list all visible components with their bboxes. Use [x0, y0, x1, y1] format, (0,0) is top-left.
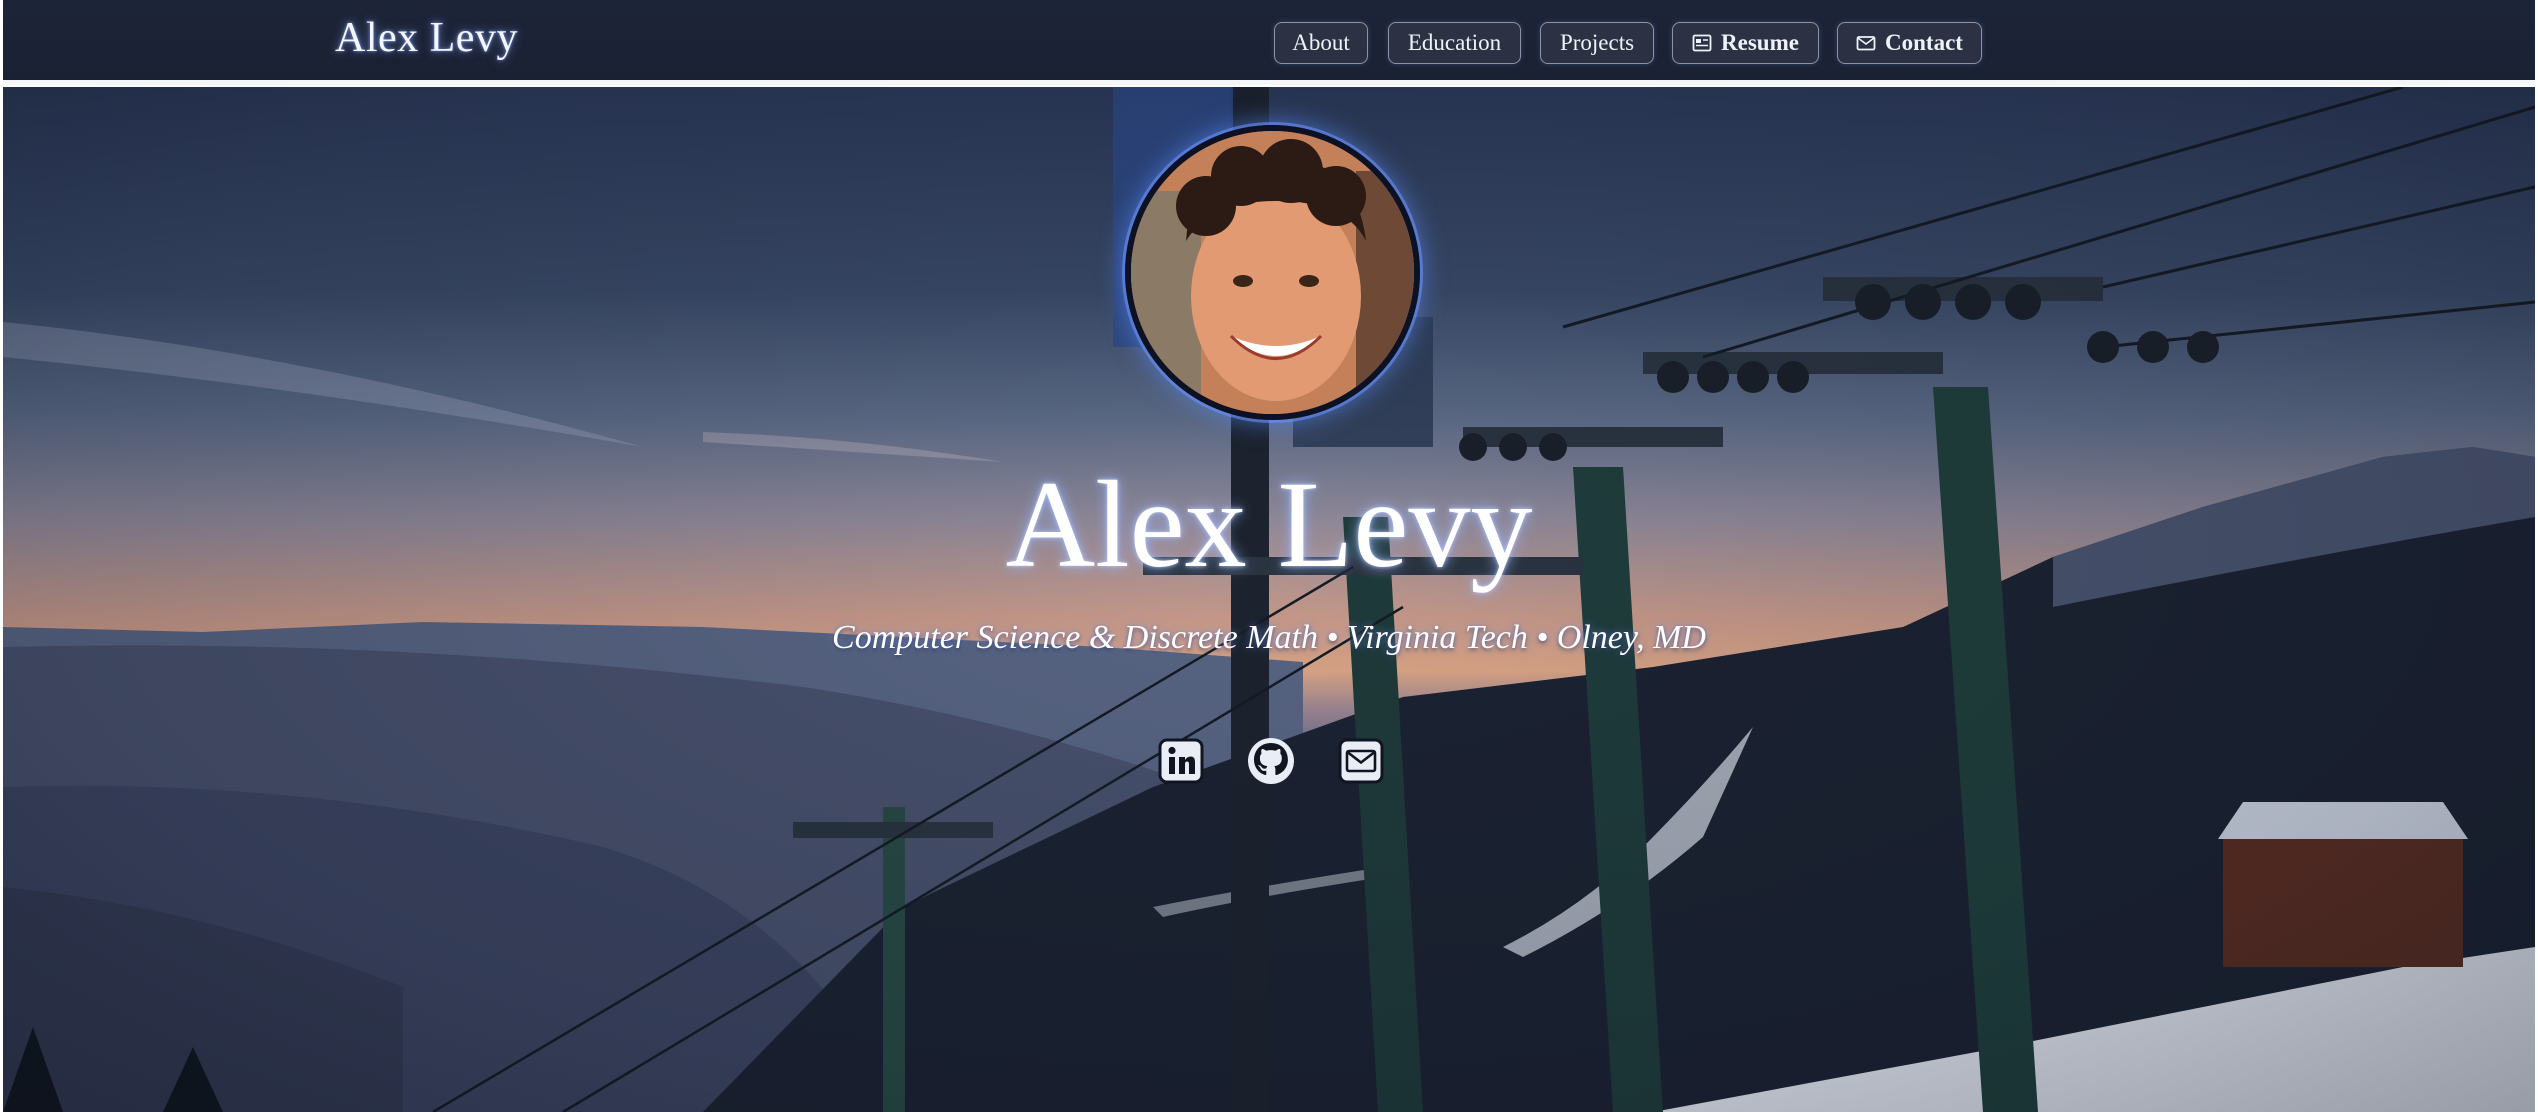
- profile-avatar: [1125, 125, 1420, 420]
- linkedin-icon: [1158, 738, 1204, 784]
- nav-divider: [3, 80, 2535, 85]
- hero-section: Alex Levy Computer Science & Discrete Ma…: [3, 87, 2535, 1112]
- github-link[interactable]: [1246, 736, 1296, 786]
- pdf-icon: [1692, 33, 1712, 53]
- social-links: [3, 736, 2535, 790]
- nav-education-label: Education: [1407, 30, 1502, 55]
- email-icon: [1338, 738, 1384, 784]
- nav-resume-label: Resume: [1721, 30, 1799, 55]
- mail-icon: [1856, 33, 1876, 53]
- hero-title: Alex Levy: [1005, 456, 1533, 593]
- top-navbar: Alex Levy About Education Projects Resum…: [3, 0, 2535, 80]
- github-icon: [1248, 738, 1294, 784]
- nav-projects-label: Projects: [1559, 30, 1635, 55]
- nav-about-label: About: [1292, 30, 1350, 55]
- nav-about-button[interactable]: About: [1274, 22, 1368, 64]
- nav-resume-button[interactable]: Resume: [1672, 22, 1819, 64]
- email-link[interactable]: [1336, 736, 1386, 786]
- nav-projects-button[interactable]: Projects: [1540, 22, 1654, 64]
- nav-education-button[interactable]: Education: [1388, 22, 1521, 64]
- nav-contact-label: Contact: [1885, 30, 1963, 55]
- avatar-photo: [1131, 131, 1414, 414]
- linkedin-link[interactable]: [1156, 736, 1206, 786]
- hero-tagline: Computer Science & Discrete Math • Virgi…: [832, 619, 1706, 656]
- nav-contact-button[interactable]: Contact: [1837, 22, 1982, 64]
- nav-links: About Education Projects Resume Contact: [3, 22, 2535, 64]
